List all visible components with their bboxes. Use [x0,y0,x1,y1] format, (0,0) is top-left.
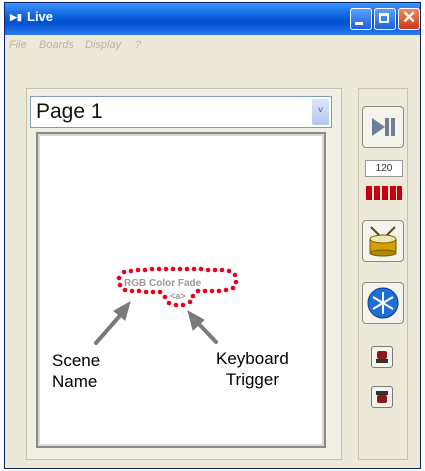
annotation-scene-name: Scene Name [52,350,100,392]
play-pause-button[interactable] [362,106,404,148]
scene-up-button[interactable] [371,346,393,368]
play-pause-icon [372,118,395,136]
annotation-keyboard-line2: Trigger [225,370,279,389]
annotation-scene-line2: Name [52,372,98,391]
beat-meter [366,186,402,200]
annotation-keyboard-trigger: Keyboard Trigger [216,348,289,390]
bpm-display[interactable]: 120 [365,160,403,177]
scene-button-icon [376,391,388,403]
annotation-keyboard-line1: Keyboard [216,349,289,368]
freeze-button[interactable] [362,282,404,324]
scene-button-icon [376,351,388,363]
dotted-highlight [116,266,239,308]
drum-icon [369,226,397,257]
drum-button[interactable] [362,220,404,262]
scene-down-button[interactable] [371,386,393,408]
snowflake-icon [367,287,399,319]
annotation-scene-line1: Scene [52,351,101,370]
annotation-arrows [94,300,218,345]
